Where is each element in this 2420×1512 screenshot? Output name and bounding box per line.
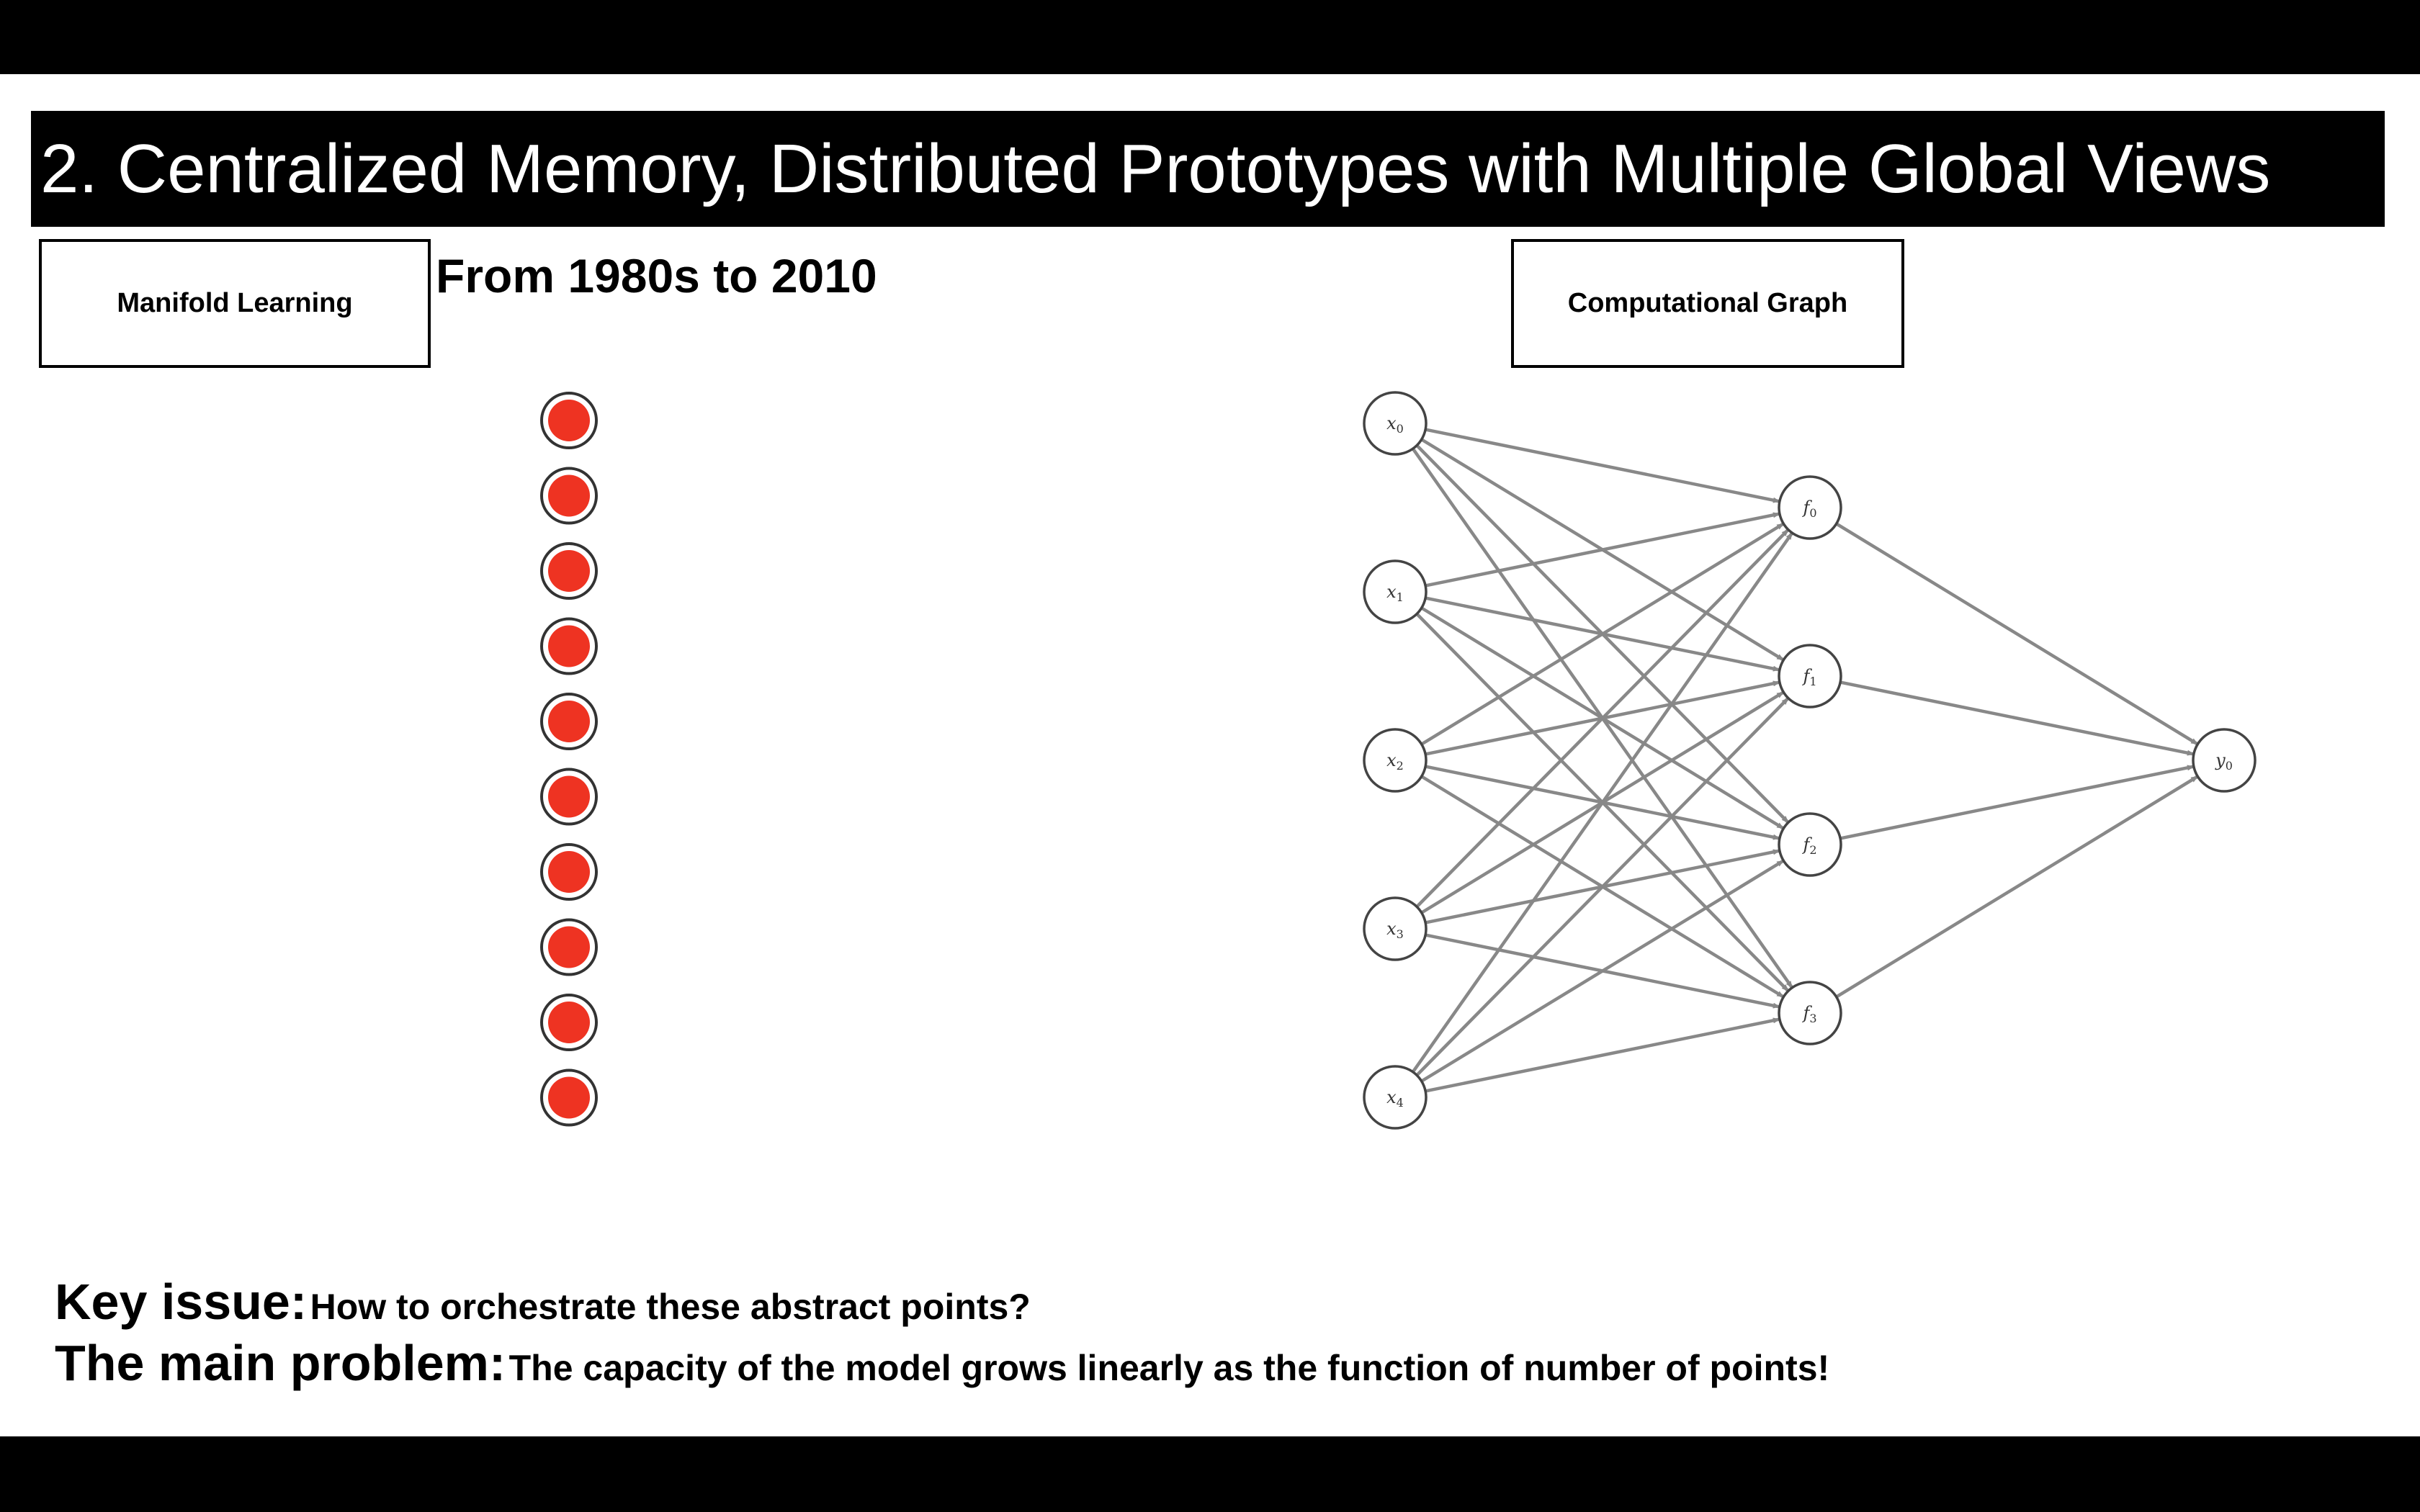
graph-edge bbox=[1415, 697, 1790, 1076]
bottom-letterbox-bar bbox=[0, 1436, 2420, 1512]
input-node-x0: x0 bbox=[1363, 391, 1428, 456]
graph-edge bbox=[1835, 775, 2199, 999]
main-problem-label: The main problem: bbox=[55, 1335, 506, 1391]
graph-edge bbox=[1415, 528, 1790, 908]
key-issue-text: How to orchestrate these abstract points… bbox=[310, 1287, 1031, 1327]
hidden-node-f2: f2 bbox=[1778, 812, 1842, 877]
graph-edge bbox=[1411, 531, 1794, 1074]
graph-edge bbox=[1835, 522, 2199, 746]
input-node-x4: x4 bbox=[1363, 1065, 1428, 1130]
key-issue-label: Key issue: bbox=[55, 1274, 308, 1330]
input-node-x2: x2 bbox=[1363, 728, 1428, 793]
input-node-x3: x3 bbox=[1363, 896, 1428, 961]
output-node-y0: y0 bbox=[2192, 728, 2257, 793]
main-problem-text: The capacity of the model grows linearly… bbox=[508, 1348, 1830, 1388]
input-node-x1: x1 bbox=[1363, 559, 1428, 624]
graph-edge bbox=[1839, 765, 2195, 840]
graph-edge bbox=[1839, 680, 2195, 756]
graph-edge bbox=[1425, 428, 1780, 503]
graph-edge bbox=[1420, 859, 1785, 1083]
graph-edge bbox=[1425, 1017, 1780, 1093]
key-issue-line: Key issue: How to orchestrate these abst… bbox=[55, 1273, 1031, 1331]
graph-edge bbox=[1425, 512, 1780, 588]
hidden-node-f1: f1 bbox=[1778, 644, 1842, 708]
main-problem-line: The main problem: The capacity of the mo… bbox=[55, 1334, 1829, 1392]
hidden-node-f0: f0 bbox=[1778, 475, 1842, 540]
graph-edge bbox=[1420, 522, 1785, 746]
hidden-node-f3: f3 bbox=[1778, 981, 1842, 1045]
